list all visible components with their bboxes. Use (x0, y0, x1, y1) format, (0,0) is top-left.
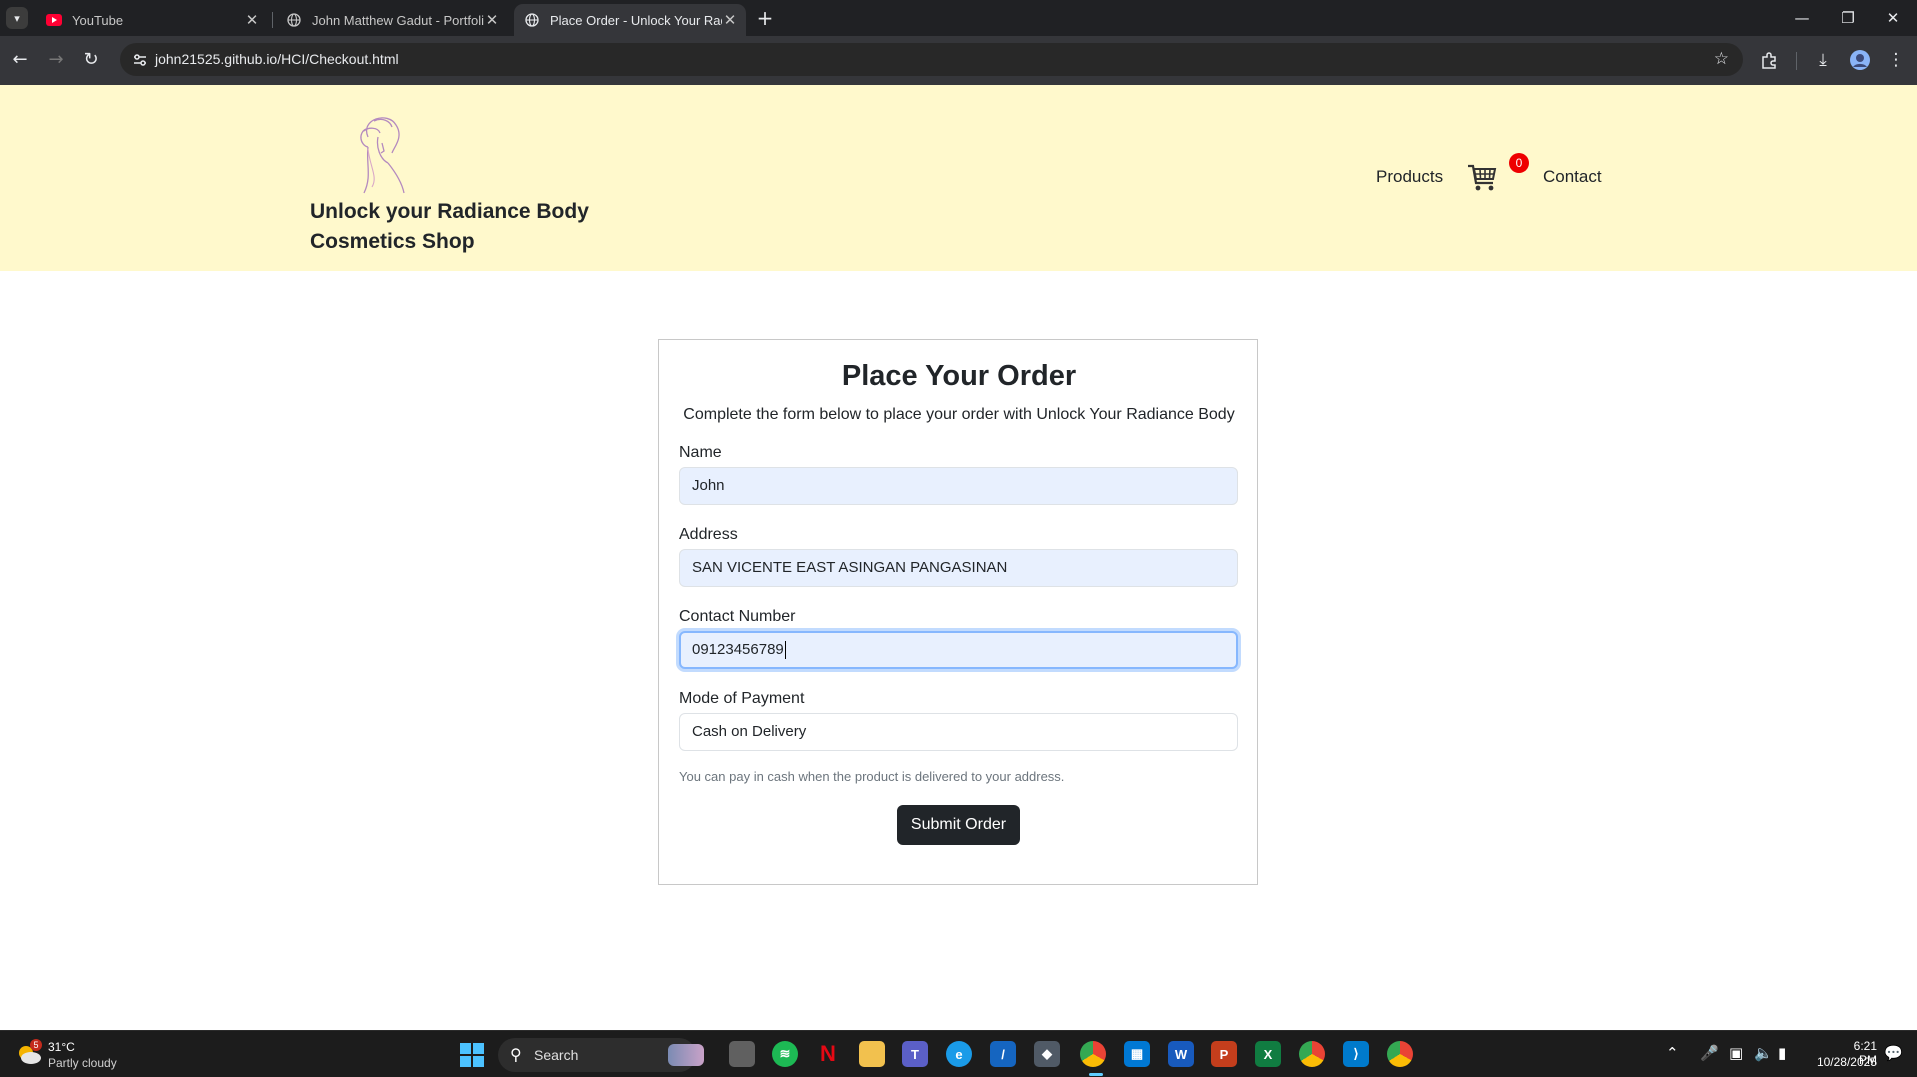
minimize-icon[interactable]: — (1787, 6, 1817, 30)
powerpoint-icon[interactable]: P (1211, 1041, 1237, 1067)
file-explorer-icon[interactable] (859, 1041, 885, 1067)
teams-icon[interactable]: T (902, 1041, 928, 1067)
search-highlight-image (668, 1044, 704, 1066)
forward-icon[interactable]: → (42, 46, 70, 74)
close-tab-icon[interactable]: ✕ (244, 11, 260, 29)
chrome-icon[interactable] (1080, 1041, 1106, 1067)
extensions-icon[interactable] (1755, 46, 1783, 74)
address-label: Address (679, 526, 738, 543)
tab-separator (272, 12, 273, 28)
spotify-icon[interactable]: ≋ (772, 1041, 798, 1067)
more-menu-icon[interactable]: ⋮ (1882, 46, 1910, 74)
vscode-icon[interactable]: ⟩ (1343, 1041, 1369, 1067)
chrome-icon-2[interactable] (1387, 1041, 1413, 1067)
tab-title: YouTube (72, 12, 124, 28)
notification-icon[interactable]: 💬 (1884, 1044, 1903, 1062)
close-tab-icon[interactable]: ✕ (722, 11, 738, 29)
contact-number-label: Contact Number (679, 608, 796, 625)
weather-description[interactable]: Partly cloudy (48, 1056, 117, 1070)
address-field[interactable]: SAN VICENTE EAST ASINGAN PANGASINAN (679, 549, 1238, 587)
battery-icon[interactable]: ▮ (1778, 1044, 1786, 1062)
clock-date[interactable]: 10/28/2025 (1810, 1055, 1877, 1069)
tab-place-order[interactable]: Place Order - Unlock Your Radiance ✕ (514, 4, 746, 36)
toolbar-divider (1796, 52, 1797, 70)
edge-icon[interactable]: e (946, 1041, 972, 1067)
bookmark-star-icon[interactable]: ☆ (1714, 49, 1729, 69)
app-icon-2[interactable]: ◆ (1034, 1041, 1060, 1067)
volume-icon[interactable]: 🔈 (1754, 1044, 1773, 1062)
submit-order-button[interactable]: Submit Order (897, 805, 1020, 845)
windows-taskbar: 5 31°C Partly cloudy ⚲ Search ≋ N T e / … (0, 1030, 1917, 1077)
close-tab-icon[interactable]: ✕ (484, 11, 500, 29)
browser-tab-bar: ▾ YouTube ✕ John Matthew Gadut - Portfol… (0, 0, 1917, 36)
shopping-cart-icon[interactable] (1466, 161, 1498, 193)
netflix-icon[interactable]: N (815, 1041, 841, 1067)
tab-portfolio[interactable]: John Matthew Gadut - Portfolio ✕ (278, 4, 508, 36)
task-view-icon[interactable] (729, 1041, 755, 1067)
contact-number-value: 09123456789 (692, 641, 784, 658)
name-field[interactable]: John (679, 467, 1238, 505)
windows-start-icon[interactable] (460, 1043, 484, 1067)
form-subtitle: Complete the form below to place your or… (683, 406, 1235, 423)
back-icon[interactable]: ← (6, 46, 34, 74)
tab-youtube[interactable]: YouTube ✕ (38, 4, 268, 36)
youtube-icon (46, 12, 62, 28)
contact-number-field[interactable]: 09123456789 (679, 631, 1238, 669)
excel-icon[interactable]: X (1255, 1041, 1281, 1067)
microphone-icon[interactable]: 🎤 (1700, 1044, 1719, 1062)
site-settings-icon[interactable] (132, 52, 148, 68)
web-page: Unlock your Radiance Body Cosmetics Shop… (0, 85, 1917, 1030)
browser-toolbar: ← → ↻ john21525.github.io/HCI/Checkout.h… (0, 36, 1917, 85)
weather-partly-cloudy-icon[interactable]: 5 (14, 1039, 44, 1067)
url-text[interactable]: john21525.github.io/HCI/Checkout.html (155, 51, 399, 67)
downloads-icon[interactable]: ⤓ (1809, 46, 1837, 74)
globe-icon (524, 12, 540, 28)
nav-link-products[interactable]: Products (1376, 167, 1443, 187)
payment-mode-label: Mode of Payment (679, 690, 805, 707)
order-form-card: Place Your Order Complete the form below… (658, 339, 1258, 885)
store-icon[interactable]: ▦ (1124, 1041, 1150, 1067)
weather-temperature[interactable]: 31°C (48, 1040, 75, 1054)
search-icon: ⚲ (510, 1045, 522, 1064)
taskbar-search[interactable]: ⚲ Search (498, 1038, 704, 1072)
show-hidden-icons-icon[interactable]: ⌃ (1666, 1044, 1679, 1062)
reload-icon[interactable]: ↻ (77, 46, 105, 74)
app-icon[interactable]: / (990, 1041, 1016, 1067)
network-icon[interactable]: ▣ (1729, 1044, 1743, 1062)
close-window-icon[interactable]: ✕ (1878, 6, 1908, 30)
payment-mode-select[interactable]: Cash on Delivery (679, 713, 1238, 751)
payment-note: You can pay in cash when the product is … (679, 769, 1065, 784)
search-label: Search (534, 1047, 579, 1063)
name-label: Name (679, 444, 722, 461)
profile-avatar-icon[interactable] (1846, 46, 1874, 74)
tab-title: John Matthew Gadut - Portfolio (312, 12, 484, 28)
text-caret (784, 641, 786, 660)
logo-icon[interactable] (338, 107, 418, 195)
weather-badge: 5 (33, 1040, 38, 1050)
globe-icon (286, 12, 302, 28)
tab-list-chevron-icon[interactable]: ▾ (6, 7, 28, 29)
nav-link-contact[interactable]: Contact (1543, 167, 1602, 187)
word-icon[interactable]: W (1168, 1041, 1194, 1067)
restore-icon[interactable]: ❐ (1833, 6, 1863, 30)
chrome-profile-icon[interactable] (1299, 1041, 1325, 1067)
active-app-indicator (1089, 1073, 1103, 1076)
address-bar[interactable]: john21525.github.io/HCI/Checkout.html ☆ (120, 43, 1743, 76)
page-title: Place Your Order (841, 360, 1077, 392)
new-tab-icon[interactable]: + (754, 7, 776, 29)
tab-title: Place Order - Unlock Your Radiance (550, 12, 722, 28)
site-header: Unlock your Radiance Body Cosmetics Shop… (0, 85, 1917, 271)
cart-count-badge: 0 (1509, 153, 1529, 173)
brand-name: Unlock your Radiance Body Cosmetics Shop (310, 200, 589, 253)
